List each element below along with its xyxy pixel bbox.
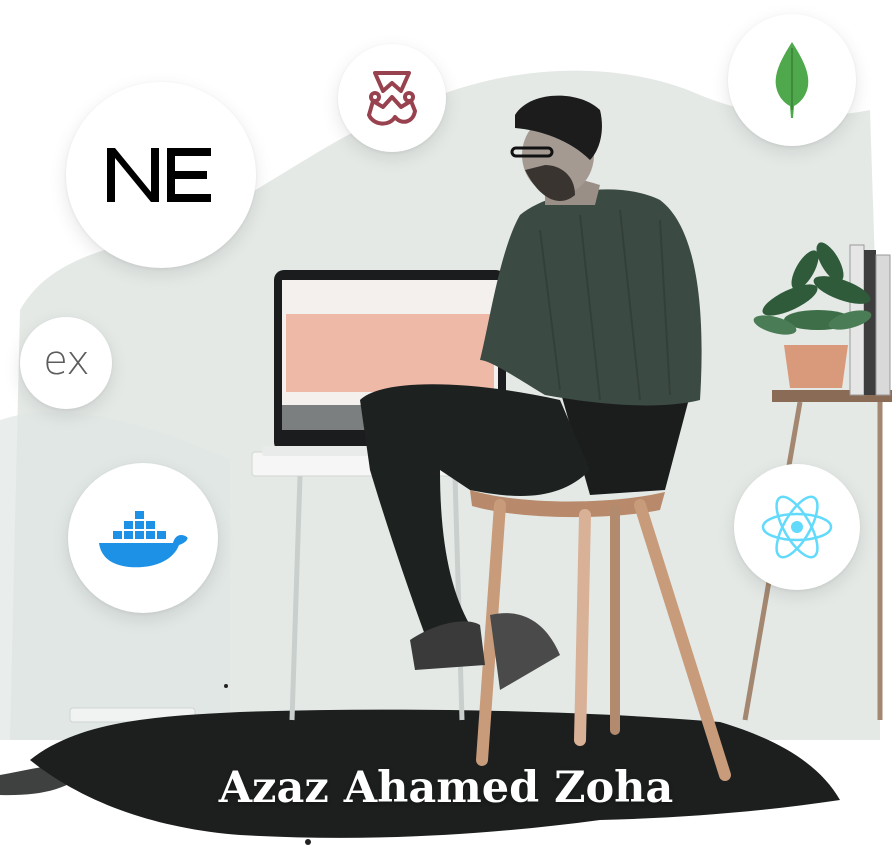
book [864,250,876,395]
laptop-screen-content [286,314,494,392]
express-icon: ex [43,338,90,384]
decor-dot [224,684,228,688]
next-js-icon [107,148,211,202]
nextjs-badge [66,82,256,268]
book [875,254,891,396]
mongodb-badge [728,14,856,146]
person-name: Azaz Ahamed Zoha [218,763,674,813]
react-icon [761,495,833,559]
jest-icon [367,71,417,126]
mongodb-icon [775,42,809,118]
react-badge [734,464,860,590]
express-badge: ex [20,317,112,409]
jest-badge [338,44,446,152]
docker-icon [99,511,188,568]
decor-dot [305,839,311,845]
docker-badge [68,463,218,613]
plant-pot [784,345,848,388]
